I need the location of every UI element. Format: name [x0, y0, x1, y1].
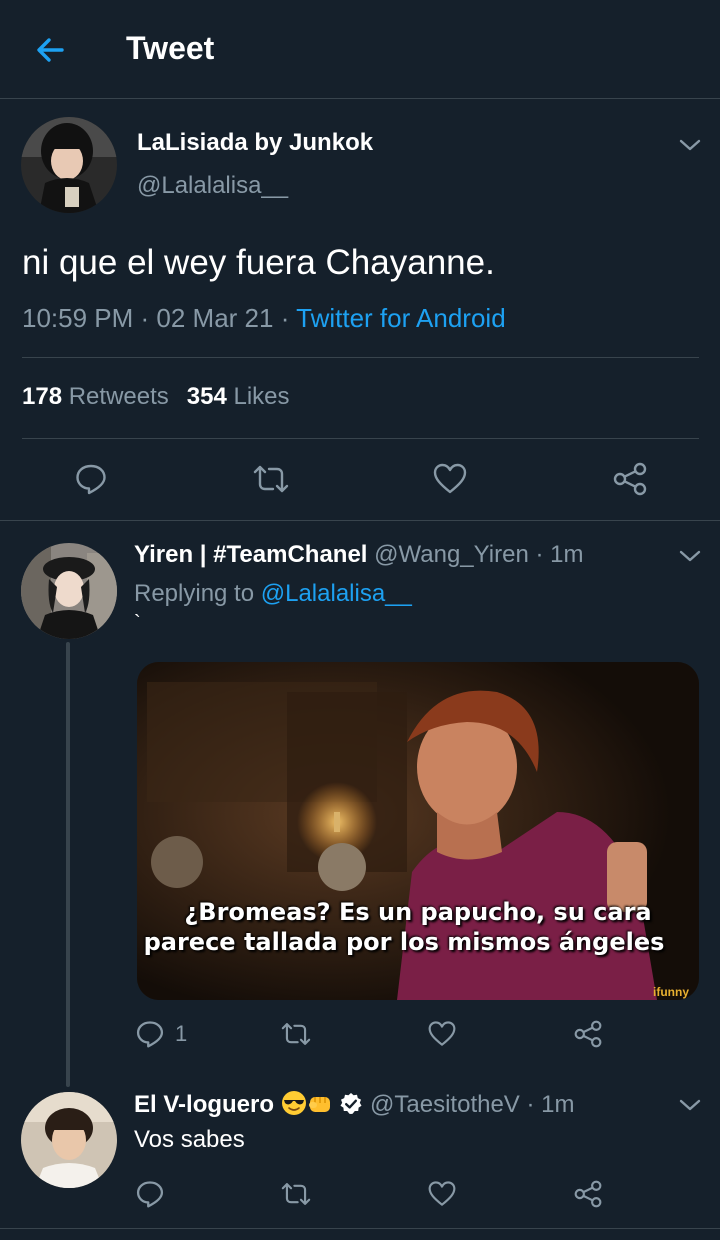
back-button[interactable]: [30, 30, 70, 70]
tweet-options-button[interactable]: [675, 130, 705, 160]
sunglasses-emoji: [281, 1091, 306, 1115]
replying-to: Replying to @Lalalalisa__: [134, 580, 412, 608]
reply-handle[interactable]: @TaesitotheV: [370, 1091, 520, 1118]
reply-button[interactable]: 1: [135, 1019, 187, 1049]
reply-button[interactable]: [74, 462, 108, 496]
likes-count: 354: [186, 383, 227, 410]
reply-avatar[interactable]: [21, 543, 117, 639]
retweets-count: 178: [22, 383, 63, 410]
chevron-down-icon: [679, 139, 701, 151]
tweet-source-link[interactable]: Twitter for Android: [296, 303, 506, 333]
share-button[interactable]: [573, 1020, 603, 1048]
reply-icon: [136, 1021, 164, 1048]
retweet-icon: [281, 1183, 311, 1205]
reply-display-name[interactable]: Yiren | #TeamChanel: [134, 541, 367, 568]
share-icon: [613, 462, 647, 496]
retweet-button[interactable]: [252, 462, 290, 496]
retweets-stat[interactable]: 178 Retweets: [22, 383, 169, 410]
divider: [0, 520, 720, 521]
replying-to-link[interactable]: @Lalalalisa__: [261, 580, 412, 607]
divider: [0, 1228, 720, 1229]
author-handle[interactable]: @Lalalalisa__: [137, 172, 288, 200]
tweet-text: ni que el wey fuera Chayanne.: [22, 243, 495, 282]
likes-stat[interactable]: 354 Likes: [187, 383, 290, 410]
retweets-label: Retweets: [68, 383, 169, 410]
chevron-down-icon: [679, 550, 701, 562]
reply-icon: [76, 464, 106, 495]
top-app-bar: Tweet: [0, 0, 720, 99]
heart-icon: [433, 463, 467, 494]
reply-handle[interactable]: @Wang_Yiren: [374, 541, 529, 568]
media-caption-line-1: ¿Bromeas? Es un papucho, su cara: [184, 898, 652, 926]
author-display-name[interactable]: LaLisiada by Junkok: [137, 129, 373, 157]
media-caption-line-2: parece tallada por los mismos ángeles: [143, 928, 665, 956]
reply-header: El V-loguero @TaesitotheV · 1m: [134, 1091, 575, 1118]
avatar-image: [21, 543, 117, 639]
reply-header: Yiren | #TeamChanel @Wang_Yiren · 1m: [134, 541, 584, 568]
arrow-left-icon: [37, 38, 64, 62]
share-icon: [574, 1180, 602, 1208]
like-button[interactable]: [427, 1180, 457, 1208]
reply-avatar[interactable]: [21, 1092, 117, 1188]
like-button[interactable]: [427, 1020, 457, 1048]
share-icon: [574, 1020, 602, 1048]
reply-time: 1m: [550, 541, 584, 568]
like-button[interactable]: [432, 462, 468, 496]
divider: [22, 438, 699, 439]
verified-badge-icon: [340, 1093, 362, 1114]
reply-display-name[interactable]: El V-loguero: [134, 1091, 274, 1118]
heart-icon: [428, 1181, 456, 1206]
reply-text: Vos sabes: [134, 1126, 245, 1153]
reply-time: 1m: [541, 1091, 575, 1118]
share-button[interactable]: [612, 462, 648, 496]
author-avatar[interactable]: [21, 117, 117, 213]
retweet-icon: [281, 1023, 311, 1045]
tweet-metadata: 10:59 PM · 02 Mar 21 · Twitter for Andro…: [22, 303, 506, 333]
reply-options-button[interactable]: [675, 1090, 705, 1120]
replying-to-label: Replying to: [134, 580, 255, 607]
media-watermark: ifunny: [653, 985, 689, 999]
reply-media-image[interactable]: ¿Bromeas? Es un papucho, su cara parece …: [137, 662, 699, 1000]
fist-emoji: [308, 1097, 330, 1112]
tweet-detail-screen: Tweet LaLisiada by Junkok @Lalalalisa__ …: [0, 0, 720, 1240]
page-title: Tweet: [126, 30, 215, 66]
reply-icon: [136, 1181, 164, 1208]
avatar-image: [21, 1092, 117, 1188]
avatar-image: [21, 117, 117, 213]
tweet-date: 02 Mar 21: [156, 303, 274, 333]
tweet-time: 10:59 PM: [22, 303, 134, 333]
retweet-icon: [253, 465, 289, 493]
retweet-button[interactable]: [280, 1020, 312, 1048]
reply-count: 1: [175, 1021, 188, 1046]
chevron-down-icon: [679, 1099, 701, 1111]
reply-text: `: [134, 612, 141, 634]
likes-label: Likes: [233, 383, 290, 410]
reply-options-button[interactable]: [675, 541, 705, 571]
divider: [22, 357, 699, 358]
retweet-button[interactable]: [280, 1180, 312, 1208]
share-button[interactable]: [573, 1180, 603, 1208]
reply-button[interactable]: [135, 1179, 165, 1209]
thread-connector-line: [66, 642, 70, 1087]
heart-icon: [428, 1021, 456, 1046]
engagement-stats: 178 Retweets 354 Likes: [22, 383, 290, 411]
